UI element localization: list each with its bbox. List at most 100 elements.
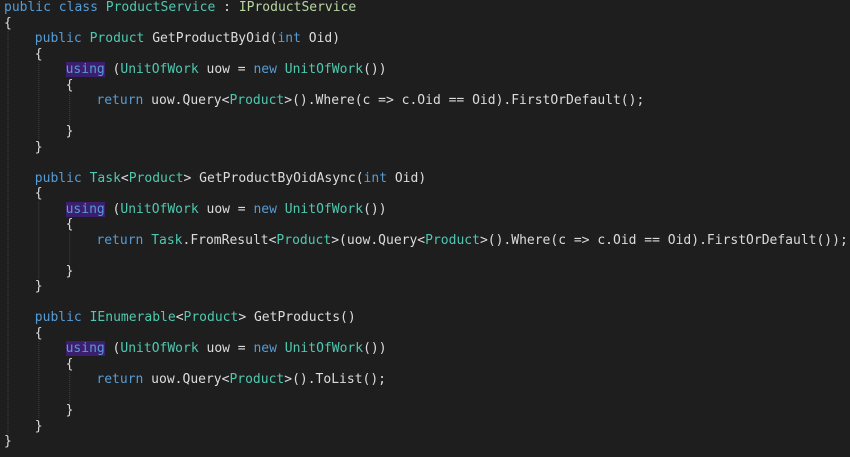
code-token: >().Where(c => c.Oid == Oid).FirstOrDefa… [479,232,848,248]
code-token: } [65,263,74,279]
code-token: } [65,403,74,418]
code-token: IEnumerable [89,310,176,325]
code-token: Product [183,310,239,325]
code-token: } [34,279,43,294]
code-line: } [35,418,43,435]
code-token: new [253,341,277,356]
code-token: int [363,170,388,186]
code-token: : [215,0,239,15]
code-token: < [175,310,184,325]
code-token: Product [276,232,332,248]
code-token: Product [425,232,480,248]
code-token: return [96,93,144,108]
code-token: class [58,0,98,15]
code-token: Product [229,372,285,387]
highlighted-keyword: using [65,341,105,356]
code-token: ()) [363,201,387,217]
code-token: uow.Query< [143,372,230,387]
code-token: public [34,310,82,325]
code-token: return [96,372,144,387]
code-token: uow.Query< [143,93,230,108]
code-token: } [65,124,74,139]
code-token: { [34,46,43,62]
code-token: Task [151,232,183,248]
code-token: { [34,186,43,201]
code-token: UnitOfWork [284,62,364,77]
code-token: { [34,325,43,341]
code-line: public Product GetProductByOid(int Oid) [35,30,340,47]
code-token: >(uow.Query< [331,232,426,248]
code-token: UnitOfWork [284,201,364,217]
code-line: { [66,216,74,233]
code-line: public class ProductService : IProductSe… [4,0,356,16]
code-token: Oid) [387,170,427,186]
code-token: { [65,217,74,232]
code-line: } [66,263,74,280]
code-line: { [35,325,43,342]
code-line: { [66,77,74,94]
code-line: } [66,123,74,140]
code-token: Product [229,93,285,108]
code-line: public IEnumerable<Product> GetProducts(… [35,309,356,326]
code-line: using (UnitOfWork uow = new UnitOfWork()… [65,61,387,78]
code-token: ()) [363,62,387,77]
code-line: public Task<Product> GetProductByOidAsyn… [35,170,426,187]
code-token: ( [104,62,121,77]
code-token: public [34,31,82,46]
code-line: using (UnitOfWork uow = new UnitOfWork()… [65,340,387,357]
code-token: uow = [198,341,254,356]
code-line: } [66,402,74,419]
code-token: public [34,170,82,186]
code-token: < [120,170,129,186]
highlighted-keyword: using [65,62,105,77]
code-line: { [4,15,12,32]
code-token: } [34,139,43,155]
code-token: IProductService [238,0,357,15]
code-token: ProductService [105,0,216,15]
code-token: } [4,434,12,449]
code-line: } [35,278,43,295]
code-token: ()) [363,341,387,356]
code-token: new [253,62,277,77]
code-token: UnitOfWork [120,201,199,217]
code-line: using (UnitOfWork uow = new UnitOfWork()… [65,201,387,218]
code-token: Task [89,170,121,186]
code-token: Oid) [300,31,341,46]
code-line: return uow.Query<Product>().Where(c => c… [96,92,644,109]
code-token: new [253,201,277,217]
code-token: Product [128,170,184,186]
code-line: { [35,46,43,63]
code-editor[interactable]: public class ProductService : IProductSe… [0,0,850,457]
code-line: { [66,356,74,373]
code-line: } [4,433,12,450]
code-line: return uow.Query<Product>().ToList(); [96,371,386,388]
code-token: return [96,232,144,248]
code-token: > GetProductByOidAsync( [183,170,364,186]
code-token: { [4,15,12,31]
code-token: UnitOfWork [120,341,199,356]
code-token: ( [104,201,121,217]
code-token: GetProductByOid( [144,31,278,46]
code-token: { [65,77,74,93]
code-token: UnitOfWork [120,62,199,77]
code-token: ( [104,341,121,356]
code-token: } [34,418,43,434]
code-token: int [277,31,301,46]
code-token: Product [89,31,145,46]
code-token: UnitOfWork [284,341,364,356]
code-token: .FromResult< [182,232,277,248]
highlighted-keyword: using [65,201,105,217]
code-token: > GetProducts() [238,310,356,325]
code-line: } [35,139,43,156]
code-line: return Task.FromResult<Product>(uow.Quer… [96,232,847,249]
code-token: >().Where(c => c.Oid == Oid).FirstOrDefa… [284,93,645,108]
